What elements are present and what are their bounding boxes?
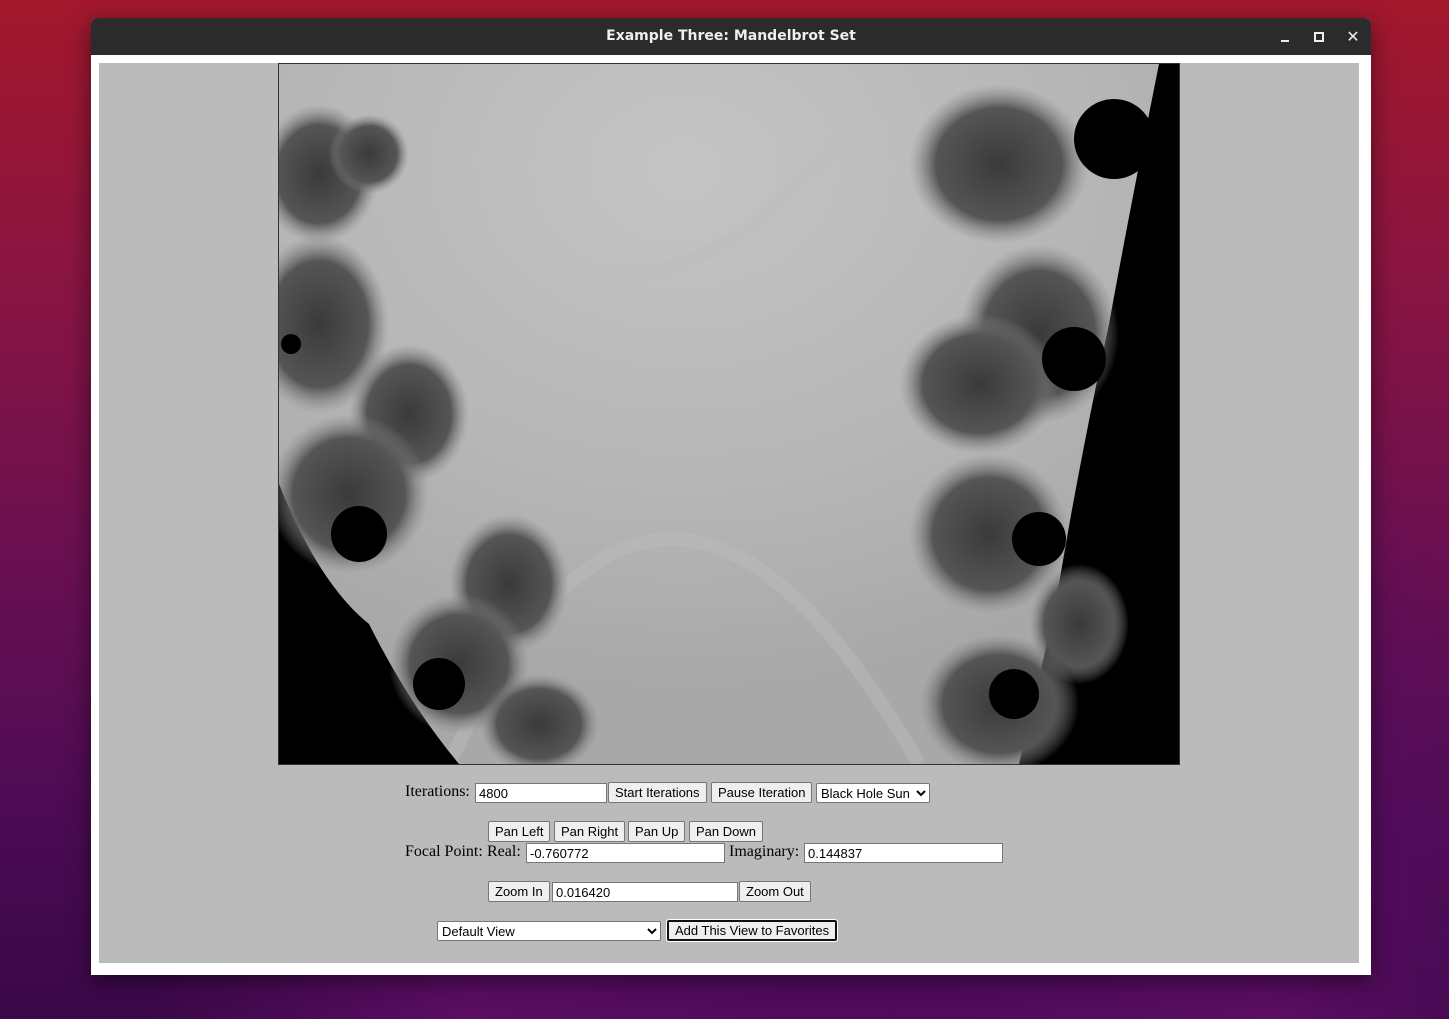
palette-select[interactable]: Black Hole Sun [816, 783, 930, 803]
page-content: Iterations: Start Iterations Pause Itera… [99, 63, 1359, 963]
minimize-icon[interactable] [1275, 27, 1295, 47]
favorite-views-select[interactable]: Default View [437, 921, 661, 941]
add-to-favorites-button[interactable]: Add This View to Favorites [665, 919, 839, 942]
app-window: Example Three: Mandelbrot Set ✕ Iteratio… [91, 18, 1371, 975]
mandelbrot-render [279, 64, 1179, 764]
window-title: Example Three: Mandelbrot Set [606, 28, 856, 44]
pan-up-button[interactable]: Pan Up [628, 821, 686, 842]
imaginary-label: Imaginary: [729, 843, 800, 860]
pan-right-button[interactable]: Pan Right [554, 821, 626, 842]
maximize-icon[interactable] [1309, 27, 1329, 47]
imaginary-input[interactable] [804, 843, 1003, 863]
title-bar[interactable]: Example Three: Mandelbrot Set ✕ [91, 18, 1371, 55]
iterations-input[interactable] [475, 783, 607, 803]
pan-left-button[interactable]: Pan Left [488, 821, 551, 842]
mandelbrot-canvas[interactable] [278, 63, 1180, 765]
focal-point-label: Focal Point: [405, 843, 483, 860]
iterations-label: Iterations: [405, 783, 470, 800]
pause-iteration-button[interactable]: Pause Iteration [711, 782, 813, 803]
start-iterations-button[interactable]: Start Iterations [608, 782, 707, 803]
pan-down-button[interactable]: Pan Down [689, 821, 763, 842]
zoom-in-button[interactable]: Zoom In [488, 881, 550, 902]
zoom-out-button[interactable]: Zoom Out [739, 881, 811, 902]
real-input[interactable] [526, 843, 725, 863]
zoom-input[interactable] [552, 882, 738, 902]
close-icon[interactable]: ✕ [1343, 27, 1363, 47]
real-label: Real: [487, 843, 521, 860]
